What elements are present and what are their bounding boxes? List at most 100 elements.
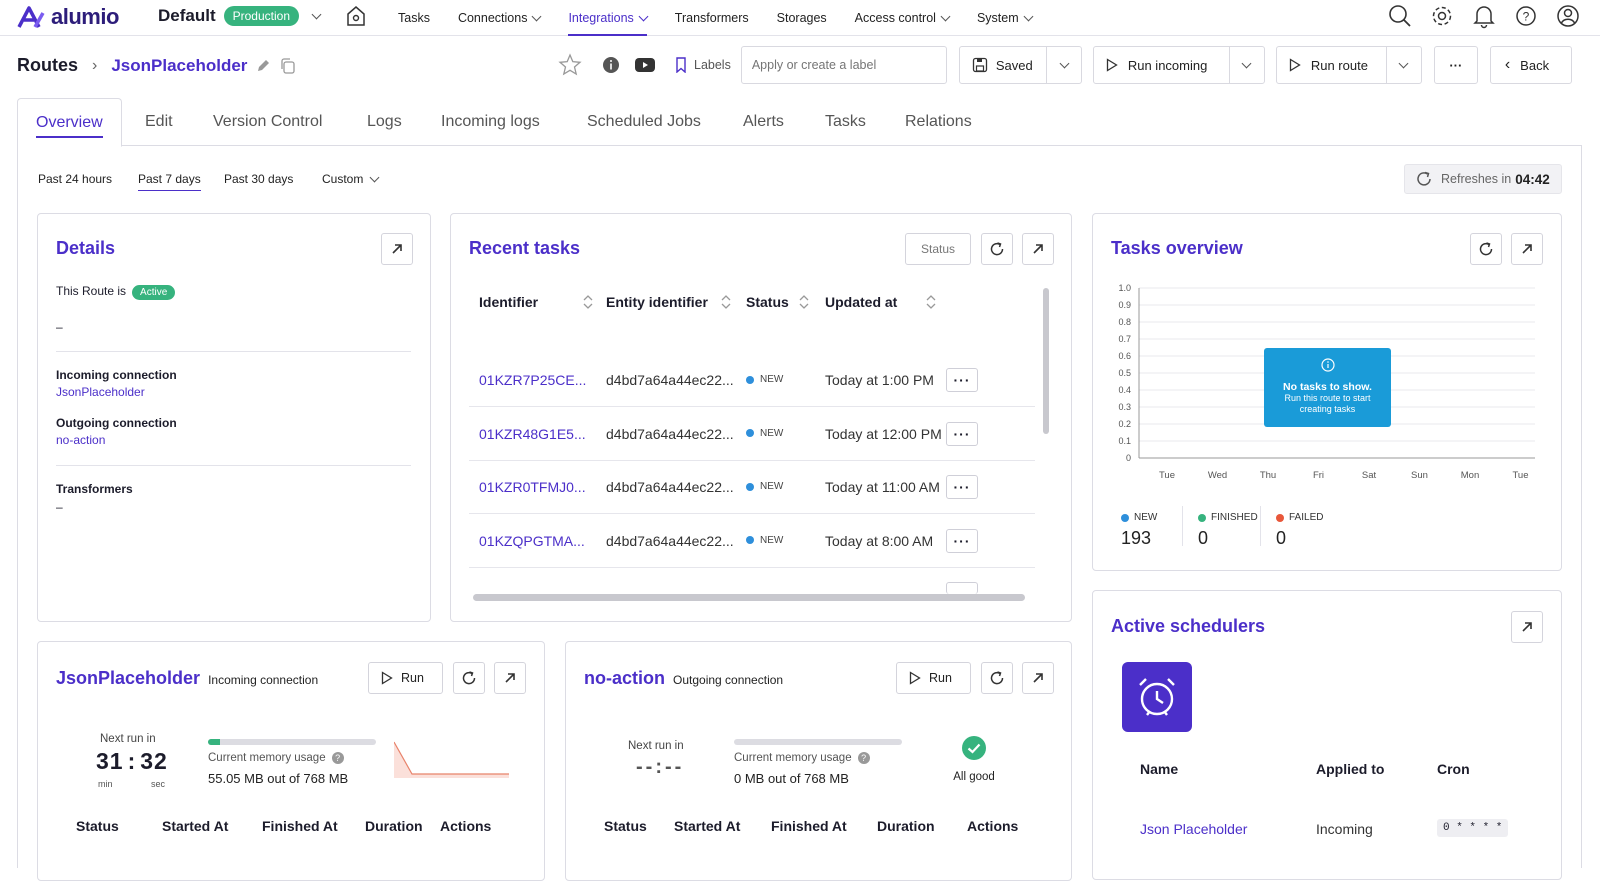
- refresh-button[interactable]: [1470, 233, 1502, 265]
- col-header-finished-at: Finished At: [771, 818, 847, 834]
- tab-incoming-logs[interactable]: Incoming logs: [441, 98, 540, 146]
- sort-icon[interactable]: [719, 292, 733, 312]
- refresh-button[interactable]: [981, 233, 1013, 265]
- tab-edit[interactable]: Edit: [145, 98, 173, 146]
- tab-logs[interactable]: Logs: [367, 98, 402, 146]
- status-dot: [746, 536, 754, 544]
- sort-icon[interactable]: [797, 292, 811, 312]
- outgoing-connection-link[interactable]: no-action: [56, 433, 105, 447]
- horizontal-scrollbar[interactable]: [473, 594, 1025, 601]
- period-30d[interactable]: Past 30 days: [224, 172, 293, 186]
- legend-value: 193: [1121, 528, 1152, 548]
- col-header-entity-identifier[interactable]: Entity identifier: [606, 294, 708, 310]
- refresh-button[interactable]: [453, 662, 485, 694]
- x-tick-label: Sat: [1362, 470, 1377, 481]
- expand-button[interactable]: [494, 662, 526, 694]
- outgoing-card-name[interactable]: no-action: [584, 668, 665, 689]
- run-button[interactable]: Run: [368, 662, 443, 694]
- min-label: min: [98, 779, 113, 789]
- tab-tasks[interactable]: Tasks: [825, 98, 866, 146]
- task-actions-button[interactable]: ···: [946, 475, 978, 499]
- expand-button[interactable]: [1511, 611, 1543, 643]
- tab-version-control[interactable]: Version Control: [213, 98, 322, 146]
- tab-scheduled-jobs[interactable]: Scheduled Jobs: [587, 98, 701, 146]
- settings-icon[interactable]: [1430, 3, 1454, 29]
- environment-switcher[interactable]: Default Production: [158, 4, 322, 28]
- run-incoming-button[interactable]: Run incoming: [1094, 47, 1231, 83]
- expand-button[interactable]: [381, 233, 413, 265]
- task-entity-identifier: d4bd7a64a44ec22...: [606, 532, 734, 549]
- run-button[interactable]: Run: [896, 662, 971, 694]
- task-identifier-link[interactable]: 01KZQPGTMA...: [479, 533, 585, 549]
- chevron-down-icon: [369, 172, 380, 183]
- x-tick-label: Wed: [1208, 470, 1227, 481]
- incoming-connection-card: JsonPlaceholder Incoming connection Run …: [37, 641, 545, 881]
- col-header-updated-at[interactable]: Updated at: [825, 294, 897, 310]
- scheduler-name-link[interactable]: Json Placeholder: [1140, 821, 1247, 837]
- labels-label: Labels: [694, 58, 731, 72]
- edit-pencil-icon[interactable]: [255, 58, 271, 74]
- col-header-started-at: Started At: [674, 818, 741, 834]
- status-filter-button[interactable]: Status: [905, 233, 971, 265]
- play-icon: [909, 671, 921, 685]
- expand-button[interactable]: [1022, 662, 1054, 694]
- sort-icon[interactable]: [924, 292, 938, 312]
- breadcrumb-routes[interactable]: Routes: [17, 55, 78, 76]
- task-actions-button[interactable]: ···: [946, 368, 978, 392]
- help-icon[interactable]: ?: [1514, 3, 1538, 29]
- nav-item-access-control[interactable]: Access control: [841, 0, 963, 36]
- expand-button[interactable]: [1511, 233, 1543, 265]
- task-identifier-link[interactable]: 01KZR48G1E5...: [479, 426, 586, 442]
- nav-item-storages[interactable]: Storages: [763, 0, 841, 36]
- period-24h[interactable]: Past 24 hours: [38, 172, 112, 186]
- help-icon[interactable]: ?: [331, 752, 344, 764]
- task-actions-button[interactable]: ···: [946, 421, 978, 446]
- legend-label: FINISHED: [1211, 512, 1258, 523]
- run-incoming-dropdown[interactable]: [1230, 58, 1264, 69]
- run-route-button[interactable]: Run route: [1277, 47, 1388, 83]
- task-identifier-link[interactable]: 01KZR0TFMJ0...: [479, 479, 586, 495]
- back-button[interactable]: ‹ Back: [1489, 46, 1572, 84]
- tab-overview[interactable]: Overview: [17, 98, 122, 147]
- nav-item-system[interactable]: System: [963, 0, 1046, 36]
- countdown-sep: :: [127, 748, 137, 774]
- period-7d[interactable]: Past 7 days: [138, 172, 201, 191]
- tab-label: Incoming logs: [441, 113, 540, 130]
- task-actions-button[interactable]: [946, 582, 978, 594]
- col-header-started-at: Started At: [162, 818, 229, 834]
- saved-button[interactable]: Saved: [960, 47, 1048, 83]
- nav-item-integrations[interactable]: Integrations: [554, 0, 660, 36]
- refresh-timer[interactable]: Refreshes in 04:42: [1404, 164, 1562, 194]
- incoming-connection-link[interactable]: JsonPlaceholder: [56, 385, 145, 399]
- search-icon[interactable]: [1388, 3, 1412, 29]
- col-header-identifier[interactable]: Identifier: [479, 294, 538, 310]
- video-icon[interactable]: [634, 57, 656, 73]
- user-icon[interactable]: [1556, 3, 1580, 29]
- tab-relations[interactable]: Relations: [905, 98, 972, 146]
- period-custom[interactable]: Custom: [322, 172, 380, 186]
- sort-icon[interactable]: [581, 292, 595, 312]
- nav-item-tasks[interactable]: Tasks: [384, 0, 444, 36]
- vertical-scrollbar[interactable]: [1043, 288, 1049, 434]
- help-icon[interactable]: ?: [857, 752, 870, 764]
- nav-item-transformers[interactable]: Transformers: [661, 0, 763, 36]
- incoming-card-name[interactable]: JsonPlaceholder: [56, 668, 200, 689]
- run-route-dropdown[interactable]: [1387, 58, 1421, 69]
- bell-icon[interactable]: [1472, 3, 1496, 29]
- refresh-button[interactable]: [981, 662, 1013, 694]
- expand-button[interactable]: [1022, 233, 1054, 265]
- label-input[interactable]: [740, 46, 947, 84]
- home-button[interactable]: [345, 4, 367, 33]
- task-identifier-link[interactable]: 01KZR7P25CE...: [479, 372, 586, 388]
- info-icon[interactable]: [602, 56, 620, 74]
- alumio-logo[interactable]: alumio: [17, 2, 119, 32]
- task-actions-button[interactable]: ···: [946, 528, 978, 553]
- star-icon[interactable]: [558, 53, 582, 77]
- more-actions-button[interactable]: ···: [1433, 46, 1478, 84]
- tab-alerts[interactable]: Alerts: [743, 98, 784, 146]
- col-header-status[interactable]: Status: [746, 294, 789, 310]
- scheduler-applied-to: Incoming: [1316, 821, 1373, 837]
- saved-dropdown[interactable]: [1047, 58, 1081, 69]
- nav-item-connections[interactable]: Connections: [444, 0, 555, 36]
- copy-icon[interactable]: [279, 57, 297, 75]
